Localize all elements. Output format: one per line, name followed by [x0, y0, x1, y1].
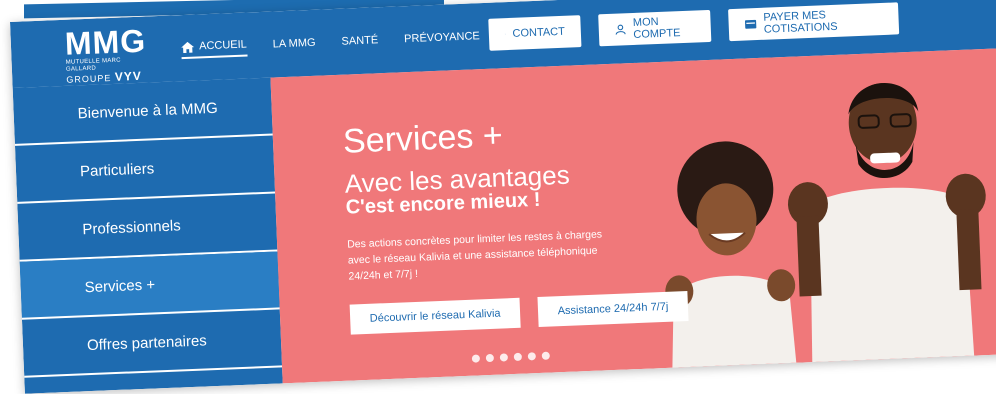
nav-prevoyance[interactable]: PRÉVOYANCE: [404, 26, 480, 49]
carousel-dots: [472, 352, 550, 363]
logo-group-name: VYV: [115, 69, 143, 84]
nav-prevoyance-label: PRÉVOYANCE: [404, 30, 480, 45]
hero-description: Des actions concrètes pour limiter les r…: [347, 226, 609, 284]
sidebar-item-services[interactable]: Services +: [20, 251, 280, 319]
sidebar-item-label: Particuliers: [80, 160, 155, 180]
hero-title: Services +: [342, 116, 503, 161]
pay-button[interactable]: PAYER MES COTISATIONS: [728, 2, 899, 41]
carousel-dot[interactable]: [528, 352, 536, 360]
sidebar-item-label: Services +: [84, 276, 155, 296]
nav-la-mmg[interactable]: LA MMG: [272, 33, 316, 55]
account-label: MON COMPTE: [633, 15, 696, 41]
nav-accueil-label: ACCUEIL: [199, 39, 247, 53]
contact-label: CONTACT: [512, 26, 565, 40]
card-icon: [744, 18, 756, 30]
nav-sante-label: SANTÉ: [341, 34, 378, 47]
home-icon: [181, 41, 194, 53]
main-nav: ACCUEIL LA MMG SANTÉ PRÉVOYANCE: [180, 3, 481, 81]
carousel-dot[interactable]: [486, 354, 494, 362]
carousel-dot[interactable]: [542, 352, 550, 360]
sidebar-item-label: Professionnels: [82, 217, 181, 238]
pay-label: PAYER MES COTISATIONS: [763, 7, 883, 36]
nav-accueil[interactable]: ACCUEIL: [181, 35, 248, 60]
mail-icon: [505, 28, 506, 40]
sidebar-item-label: Bienvenue à la MMG: [77, 99, 218, 122]
sidebar-menu: Bienvenue à la MMG Particuliers Professi…: [13, 78, 283, 394]
website-screenshot: MMG MUTUELLE MARC GALLARD GROUPE VYV ACC…: [10, 0, 996, 394]
contact-button[interactable]: CONTACT: [488, 15, 581, 51]
discover-kalivia-button[interactable]: Découvrir le réseau Kalivia: [350, 298, 521, 335]
account-button[interactable]: MON COMPTE: [598, 10, 711, 46]
sidebar-item-particuliers[interactable]: Particuliers: [15, 136, 275, 204]
logo-group-label: GROUPE: [66, 73, 111, 85]
nav-la-mmg-label: LA MMG: [273, 37, 316, 51]
hero-banner: Services + Avec les avantages C'est enco…: [270, 48, 996, 384]
carousel-dot[interactable]: [472, 354, 480, 362]
user-icon: [615, 23, 627, 35]
sidebar-item-label: Offres partenaires: [87, 332, 207, 354]
sidebar-item-bienvenue[interactable]: Bienvenue à la MMG: [13, 78, 273, 146]
carousel-dot[interactable]: [500, 353, 508, 361]
mmg-logo[interactable]: MMG MUTUELLE MARC GALLARD GROUPE VYV: [64, 25, 146, 76]
assistance-button[interactable]: Assistance 24/24h 7/7j: [537, 291, 688, 327]
sidebar-item-offres-partenaires[interactable]: Offres partenaires: [22, 309, 282, 377]
sidebar-item-professionnels[interactable]: Professionnels: [17, 193, 277, 261]
nav-sante[interactable]: SANTÉ: [341, 30, 378, 51]
logo-main: MMG: [64, 25, 145, 60]
carousel-dot[interactable]: [514, 353, 522, 361]
